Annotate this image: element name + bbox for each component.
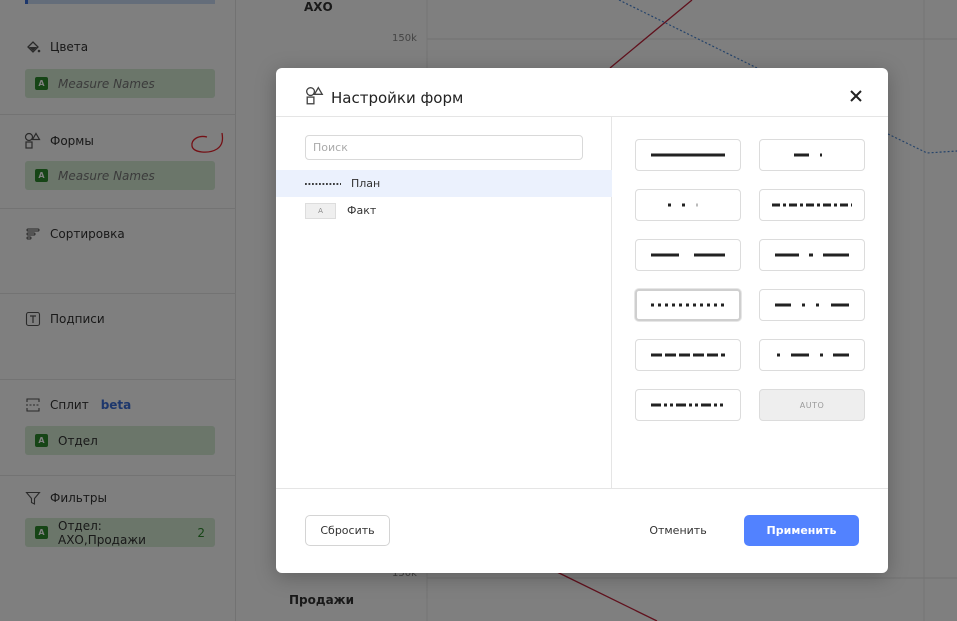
dialog-title-text: Настройки форм [331, 89, 464, 107]
list-item-plan[interactable]: План [276, 170, 612, 197]
shape-option-dash-dot-dot-2[interactable] [635, 389, 741, 421]
shape-option-long-dash-dot[interactable] [759, 189, 865, 221]
shape-option-dot[interactable] [635, 189, 741, 221]
shape-option-auto[interactable]: AUTO [759, 389, 865, 421]
apply-button[interactable]: Применить [744, 515, 859, 546]
shape-option-dash-dot-2[interactable] [759, 239, 865, 271]
dialog-header: Настройки форм [276, 68, 888, 117]
list-item-fact-label: Факт [347, 204, 377, 217]
shape-settings-dialog: Настройки форм План A Факт [276, 68, 888, 573]
close-button[interactable] [846, 86, 866, 106]
shape-options-panel: AUTO [613, 117, 888, 488]
close-icon [850, 90, 862, 102]
list-item-plan-label: План [351, 177, 381, 190]
shape-option-dash[interactable] [635, 239, 741, 271]
reset-button[interactable]: Сбросить [305, 515, 390, 546]
shapes-icon [305, 86, 325, 110]
list-item-fact[interactable]: A Факт [276, 197, 612, 224]
shape-option-dot-dash[interactable] [759, 339, 865, 371]
shape-option-short-dash[interactable] [635, 339, 741, 371]
shape-option-dash-dot[interactable] [759, 139, 865, 171]
shape-option-dash-dot-dot[interactable] [759, 289, 865, 321]
cancel-button[interactable]: Отменить [636, 515, 720, 546]
shape-option-solid[interactable] [635, 139, 741, 171]
measures-list-panel: План A Факт [276, 117, 612, 488]
dialog-title: Настройки форм [305, 86, 463, 110]
shape-option-dotted[interactable] [635, 289, 741, 321]
dotted-line-swatch [305, 177, 341, 191]
dialog-footer: Сбросить Отменить Применить [276, 488, 888, 573]
auto-shape-swatch: A [305, 202, 336, 219]
search-input[interactable] [305, 135, 583, 160]
